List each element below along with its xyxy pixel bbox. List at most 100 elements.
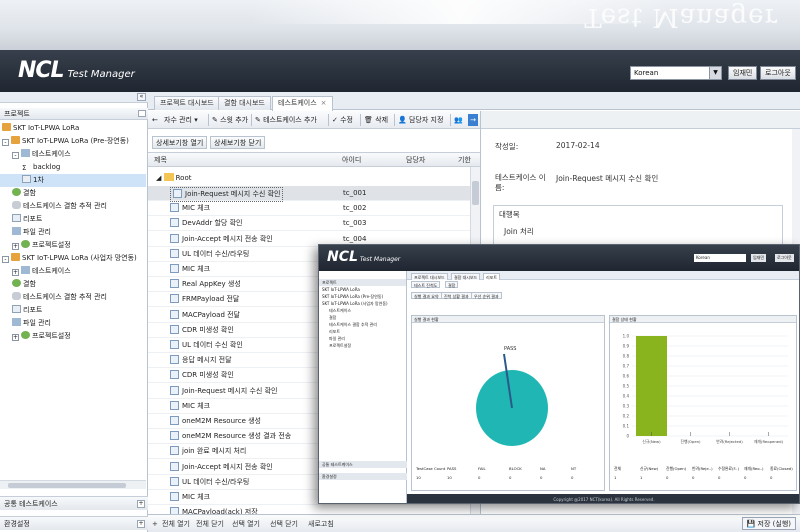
- tree-item[interactable]: SKT IoT-LPWA LoRa: [0, 122, 146, 135]
- overlay-result-table: TestCase Count 10 PASS 10 FAIL 0 BLOCK 0 NA 0 NT 0: [416, 466, 602, 486]
- minimize-panel-icon[interactable]: [138, 110, 146, 117]
- tab-testcase[interactable]: 테스트케이스 ×: [272, 96, 333, 111]
- tree-item[interactable]: Σbacklog: [0, 161, 146, 174]
- overlay-tree-item[interactable]: SKT IoT-LPWA LoRa: [319, 286, 406, 293]
- back-icon[interactable]: ←: [152, 114, 158, 126]
- overlay-tree-item[interactable]: SKT IoT-LPWA LoRa (사업자 망연동): [319, 300, 406, 307]
- tree-item[interactable]: 파일 관리: [0, 226, 146, 239]
- y-tick-label: 0.9: [623, 344, 630, 349]
- tree-root[interactable]: ◢ Root: [156, 172, 191, 184]
- assign-owner-button[interactable]: 👤 담당자 지정: [398, 114, 443, 126]
- tree-item[interactable]: 리포트: [0, 304, 146, 317]
- tree-item[interactable]: 결함: [0, 187, 146, 200]
- table-row[interactable]: MIC 체크 tc_002: [148, 201, 470, 217]
- overlay-defect-table: 전체 1 신규(New) 1 진행(Open) 0 반려(Reje..) 0 수정완료(F..)…: [614, 466, 796, 486]
- overlay-tree-item[interactable]: SKT IoT-LPWA LoRa (Pre-장연동): [319, 293, 406, 300]
- overlay-common-testcase[interactable]: 공통 테스트케이스: [319, 461, 407, 468]
- table-cell: 1: [640, 475, 643, 480]
- save-button[interactable]: 💾 저장 (실행): [741, 517, 796, 530]
- row-id: tc_001: [343, 189, 367, 197]
- open-selected-button[interactable]: 선택 열기: [232, 518, 260, 530]
- collapse-icon[interactable]: -: [2, 256, 9, 263]
- table-row[interactable]: DevAddr 할당 확인 tc_003: [148, 216, 470, 232]
- expand-icon[interactable]: +: [12, 334, 19, 341]
- expand-icon[interactable]: +: [137, 520, 145, 528]
- expand-icon[interactable]: +: [12, 269, 19, 276]
- suite-manage-button[interactable]: 자수 관리 ▾: [164, 114, 198, 126]
- overlay-language-select[interactable]: Korean: [694, 254, 746, 262]
- tab-project-dashboard[interactable]: 프로젝트 대시보드: [154, 96, 220, 110]
- collapse-all-button[interactable]: 전체 닫기: [196, 518, 224, 530]
- tree-item[interactable]: - SKT IoT-LPWA LoRa (사업자 망연동): [0, 252, 146, 265]
- overlay-btn-progress[interactable]: 진척 상황 결과: [441, 292, 472, 299]
- table-row[interactable]: Join-Request 메시지 수신 확인 tc_001: [148, 186, 470, 202]
- tree-item[interactable]: 테스트케이스 결함 추적 관리: [0, 291, 146, 304]
- col-due[interactable]: 기한: [458, 153, 471, 167]
- add-suite-button[interactable]: ✎ 스윗 추가: [212, 114, 248, 126]
- expand-icon[interactable]: +: [137, 500, 145, 508]
- main-tabs: 프로젝트 대시보드 결함 대시보드 테스트케이스 ×: [148, 92, 800, 111]
- settings-section[interactable]: 환경설정 +: [0, 516, 148, 530]
- tree-item[interactable]: 리포트: [0, 213, 146, 226]
- link-icon: [12, 292, 21, 300]
- collapse-icon[interactable]: -: [12, 152, 19, 159]
- table-header-cell: 반려(Reje..): [692, 466, 713, 471]
- overlay-settings[interactable]: 환경설정: [319, 473, 407, 480]
- tab-defect-dashboard[interactable]: 결함 대시보드: [218, 96, 271, 110]
- close-detail-button[interactable]: 상세보기창 닫기: [210, 136, 266, 149]
- close-icon[interactable]: ×: [321, 99, 327, 107]
- overlay-btn-priority[interactable]: 우선 순위 결과: [471, 292, 502, 299]
- table-cell: 0: [744, 475, 747, 480]
- overlay-tab-defect-dashboard[interactable]: 결함 대시보드: [451, 273, 481, 280]
- detail-toggle-bar: 상세보기창 열기 상세보기창 닫기: [148, 130, 480, 152]
- tree-item[interactable]: + 테스트케이스: [0, 265, 146, 278]
- close-selected-button[interactable]: 선택 닫기: [270, 518, 298, 530]
- tree-item[interactable]: 1차: [0, 174, 146, 187]
- add-testcase-button[interactable]: ✎ 테스트케이스 추가: [255, 114, 317, 126]
- collapse-left-icon[interactable]: «: [137, 93, 146, 101]
- col-id[interactable]: 아이디: [342, 153, 361, 167]
- overlay-user-button[interactable]: 임재민: [751, 254, 767, 262]
- refresh-button[interactable]: 새로고침: [308, 518, 334, 530]
- overlay-tab-report[interactable]: 리포트: [483, 273, 501, 280]
- overlay-tree-item[interactable]: 프로젝트설정: [319, 342, 406, 349]
- grid-toolbar: ← 자수 관리 ▾ ✎ 스윗 추가 ✎ 테스트케이스 추가 ✓ 수정 🗑 삭제 …: [148, 111, 480, 129]
- people-icon[interactable]: 👥: [454, 114, 463, 126]
- col-owner[interactable]: 담당자: [406, 153, 425, 167]
- expand-all-icon[interactable]: +: [152, 518, 158, 530]
- overlay-btn-summary[interactable]: 실행 결과 요약: [411, 292, 442, 299]
- doc-icon: [12, 214, 21, 222]
- tree-item[interactable]: 결함: [0, 278, 146, 291]
- delete-button[interactable]: 🗑 삭제: [364, 114, 388, 126]
- overlay-tree-item[interactable]: 결함: [319, 314, 406, 321]
- overlay-tree-item[interactable]: 테스트케이스 결함 추적 관리: [319, 321, 406, 328]
- overlay-tree-item[interactable]: 리포트: [319, 328, 406, 335]
- overlay-logout-button[interactable]: 로그아웃: [775, 254, 794, 262]
- tree-item[interactable]: - 테스트케이스: [0, 148, 146, 161]
- open-detail-button[interactable]: 상세보기창 열기: [152, 136, 208, 149]
- collapse-icon[interactable]: -: [2, 139, 9, 146]
- overlay-subtab-progress[interactable]: 테스트 진척도: [411, 281, 441, 288]
- logout-button[interactable]: 로그아웃: [760, 66, 796, 80]
- document-icon: [170, 370, 179, 380]
- overlay-tree-item[interactable]: 파일 관리: [319, 335, 406, 342]
- row-title: MIC 체크: [170, 400, 210, 413]
- user-info-button[interactable]: 임재민: [728, 66, 758, 80]
- tree-item[interactable]: 테스트케이스 결함 추적 관리: [0, 200, 146, 213]
- chevron-down-icon[interactable]: ▼: [709, 67, 721, 79]
- tree-item[interactable]: + 프로젝트설정: [0, 330, 146, 343]
- overlay-tab-project-dashboard[interactable]: 프로젝트 대시보드: [411, 273, 448, 280]
- tree-item[interactable]: + 프로젝트설정: [0, 239, 146, 252]
- arrow-right-icon[interactable]: →: [468, 114, 478, 126]
- language-select[interactable]: Korean ▼: [630, 66, 722, 80]
- tree-item[interactable]: 파일 관리: [0, 317, 146, 330]
- tree-item[interactable]: - SKT IoT-LPWA LoRa (Pre-장연동): [0, 135, 146, 148]
- expand-all-button[interactable]: 전체 열기: [162, 518, 190, 530]
- common-testcase-section[interactable]: 공통 테스트케이스 +: [0, 496, 148, 510]
- edit-button[interactable]: ✓ 수정: [332, 114, 353, 126]
- overlay-tree-item[interactable]: 테스트케이스: [319, 307, 406, 314]
- left-horizontal-scrollbar[interactable]: [0, 480, 146, 489]
- expand-icon[interactable]: +: [12, 243, 19, 250]
- overlay-subtab-defect[interactable]: 결함: [445, 281, 459, 288]
- col-title[interactable]: 제목: [154, 153, 167, 167]
